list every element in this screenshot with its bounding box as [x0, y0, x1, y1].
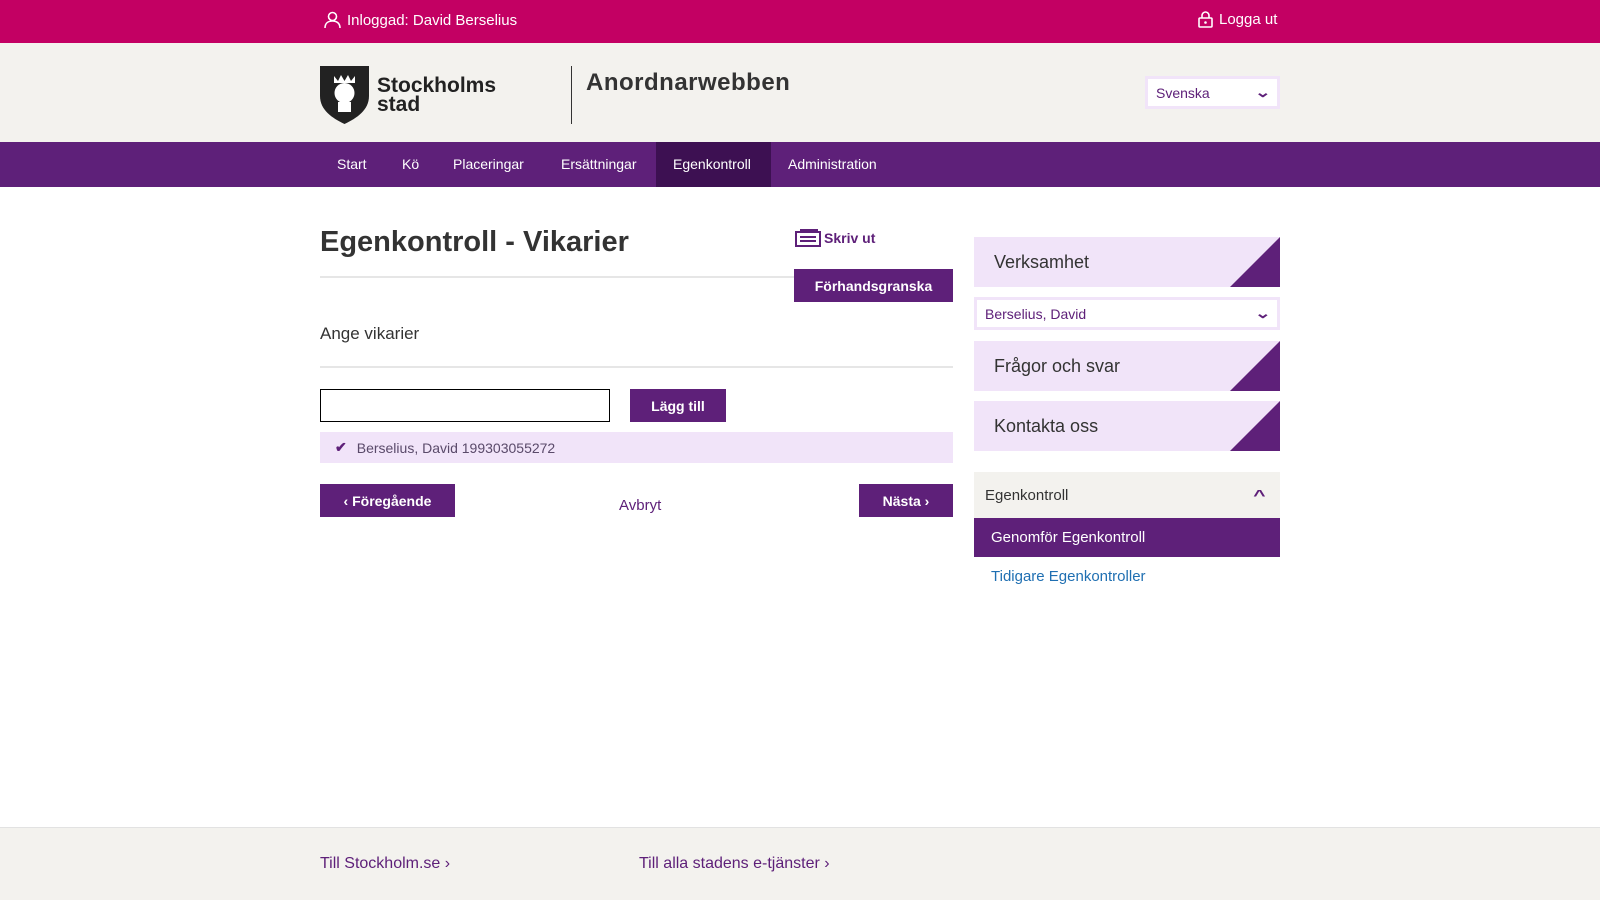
footer: Till Stockholm.se › Till alla stadens e-… — [0, 827, 1600, 900]
contact-panel[interactable]: Kontakta oss + — [974, 401, 1280, 451]
nav-administration[interactable]: Administration — [771, 142, 894, 187]
print-label: Skriv ut — [824, 229, 876, 246]
verksamhet-panel[interactable]: Verksamhet × — [974, 237, 1280, 287]
corner-tab: + — [1230, 401, 1280, 451]
site-header: Stockholms stad Anordnarwebben Svenska ⌄ — [0, 43, 1600, 142]
chevron-down-icon: ⌄ — [1254, 84, 1272, 100]
main-nav: Start Kö Placeringar Ersättningar Egenko… — [0, 142, 1600, 187]
faq-panel[interactable]: Frågor och svar + — [974, 341, 1280, 391]
logo-text: Stockholms stad — [377, 74, 497, 116]
logout-link[interactable]: Logga ut — [1198, 11, 1277, 28]
corner-tab: + — [1230, 341, 1280, 391]
user-icon — [324, 11, 341, 29]
chevron-up-icon: ^ — [1253, 486, 1266, 504]
plus-icon: + — [1265, 341, 1274, 356]
print-link[interactable]: Skriv ut — [795, 228, 875, 247]
page-title: Egenkontroll - Vikarier — [320, 226, 629, 258]
verksamhet-label: Verksamhet — [994, 252, 1090, 272]
faq-label: Frågor och svar — [994, 356, 1121, 376]
logout-label: Logga ut — [1219, 11, 1278, 28]
e-services-link[interactable]: Till alla stadens e-tjänster › — [639, 855, 830, 873]
preview-button[interactable]: Förhandsgranska — [794, 269, 953, 302]
site-title: Anordnarwebben — [586, 69, 791, 96]
nav-egenkontroll[interactable]: Egenkontroll — [656, 142, 771, 187]
menu-item-genomfor[interactable]: Genomför Egenkontroll — [974, 518, 1280, 557]
previous-button[interactable]: ‹ Föregående — [320, 484, 455, 517]
nav-start[interactable]: Start — [320, 142, 384, 187]
logged-in-info: Inloggad: David Berselius — [324, 11, 517, 29]
stockholm-logo[interactable]: Stockholms stad — [320, 66, 496, 124]
plus-icon: + — [1265, 401, 1274, 416]
section-divider — [320, 366, 953, 368]
contact-label: Kontakta oss — [994, 416, 1099, 436]
top-bar: Inloggad: David Berselius Logga ut — [0, 0, 1600, 43]
title-divider — [320, 276, 795, 278]
substitute-input[interactable] — [320, 389, 610, 422]
section-heading: Ange vikarier — [320, 324, 420, 343]
next-label: Nästa — [882, 492, 921, 509]
stockholm-link[interactable]: Till Stockholm.se › — [320, 855, 450, 873]
menu-item-tidigare[interactable]: Tidigare Egenkontroller — [991, 568, 1146, 585]
lock-icon — [1198, 11, 1213, 28]
selected-substitute-text: Berselius, David 199303055272 — [356, 439, 556, 456]
chevron-left-icon: ‹ — [343, 492, 353, 509]
nav-ko[interactable]: Kö — [385, 142, 436, 187]
close-icon: × — [1265, 237, 1274, 252]
nav-ersattningar[interactable]: Ersättningar — [544, 142, 653, 187]
next-button[interactable]: Nästa › — [859, 484, 953, 517]
logged-in-label: Inloggad: David Berselius — [347, 11, 518, 29]
language-value: Svenska — [1156, 84, 1210, 101]
nav-placeringar[interactable]: Placeringar — [436, 142, 541, 187]
selected-substitute-row: ✔ Berselius, David 199303055272 — [320, 432, 953, 463]
chevron-down-icon: ⌄ — [1254, 305, 1272, 321]
language-select[interactable]: Svenska ⌄ — [1145, 76, 1280, 109]
verksamhet-select[interactable]: Berselius, David ⌄ — [974, 297, 1280, 330]
egenkontroll-menu-header[interactable]: Egenkontroll ^ — [974, 472, 1280, 518]
header-divider — [571, 66, 572, 124]
cancel-link[interactable]: Avbryt — [619, 497, 661, 514]
corner-tab: × — [1230, 237, 1280, 287]
coat-of-arms-icon — [320, 66, 369, 124]
menu-title: Egenkontroll — [985, 486, 1069, 504]
chevron-right-icon: › — [920, 492, 930, 509]
add-button[interactable]: Lägg till — [630, 389, 726, 422]
verksamhet-value: Berselius, David — [985, 305, 1087, 322]
print-icon — [795, 229, 821, 247]
previous-label: Föregående — [352, 492, 432, 509]
checkmark-icon: ✔ — [335, 439, 347, 455]
